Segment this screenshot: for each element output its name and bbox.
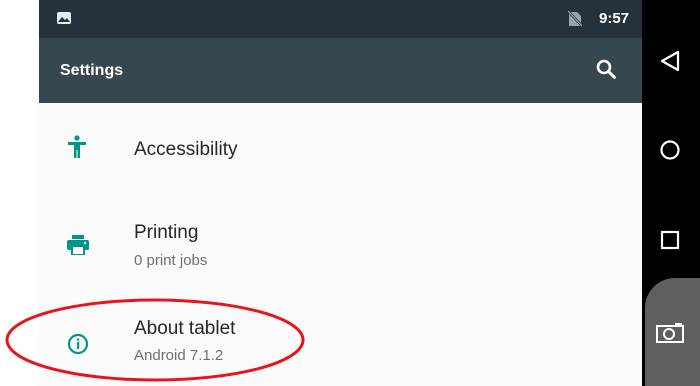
settings-item-label: Accessibility (134, 139, 238, 160)
search-icon[interactable] (595, 58, 617, 85)
settings-item-subtitle: 0 print jobs (134, 252, 208, 269)
settings-item-printing[interactable]: Printing 0 print jobs (39, 198, 642, 290)
home-icon[interactable] (659, 139, 681, 166)
image-icon (57, 12, 71, 24)
left-margin (0, 0, 39, 386)
screenshot-icon (655, 322, 687, 349)
page-title: Settings (60, 62, 124, 79)
no-sim-icon (567, 10, 583, 32)
settings-item-label: Printing (134, 222, 199, 243)
status-bar: 9:57 (39, 0, 642, 38)
settings-item-about-tablet[interactable]: About tablet Android 7.1.2 (39, 290, 642, 386)
back-icon[interactable] (659, 50, 681, 77)
accessibility-icon (67, 135, 87, 164)
settings-item-label: About tablet (134, 318, 236, 339)
app-bar: Settings (39, 38, 642, 103)
settings-list: Accessibility Printing 0 print jobs Abou… (39, 103, 642, 386)
settings-item-subtitle: Android 7.1.2 (134, 347, 224, 364)
status-time: 9:57 (599, 10, 630, 27)
print-icon (67, 235, 89, 260)
info-icon (67, 333, 89, 360)
screenshot-button[interactable] (645, 278, 700, 386)
recents-icon[interactable] (659, 229, 681, 256)
settings-item-accessibility[interactable]: Accessibility (39, 103, 642, 198)
